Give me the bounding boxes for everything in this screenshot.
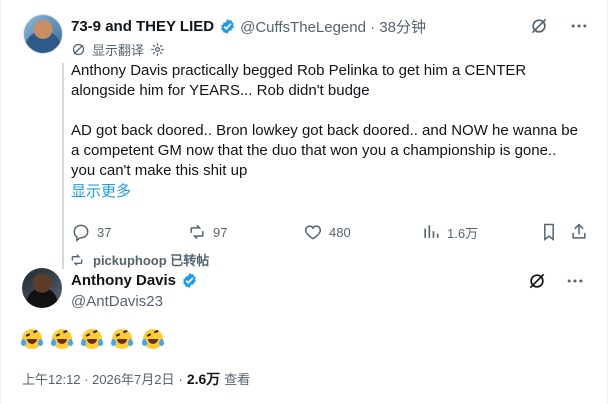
repost-banner: pickuphoop 已转帖 (69, 250, 209, 269)
share-icon[interactable] (569, 222, 589, 242)
repost-banner-text[interactable]: pickuphoop 已转帖 (93, 250, 209, 269)
show-more-link[interactable]: 显示更多 (71, 180, 131, 201)
view-count: 1.6万 (447, 225, 479, 241)
like-action[interactable]: 480 (303, 222, 351, 242)
main-author-name[interactable]: Anthony Davis (71, 272, 176, 289)
grok-icon[interactable] (527, 271, 547, 291)
repost-icon (71, 253, 83, 266)
like-count: 480 (329, 224, 351, 240)
post-header: 73-9 and THEY LIED @CuffsTheLegend · 38分… (71, 16, 426, 37)
main-author-handle[interactable]: @AntDavis23 (71, 293, 163, 310)
bookmark-icon[interactable] (539, 222, 559, 242)
more-icon[interactable] (565, 271, 585, 291)
laughing-crying-emoji-icon (51, 329, 74, 349)
laughing-crying-emoji-icon (111, 329, 134, 349)
main-author-avatar[interactable] (22, 268, 62, 308)
timeline-post-area: 73-9 and THEY LIED @CuffsTheLegend · 38分… (0, 0, 608, 404)
translate-text[interactable]: 显示翻译 (92, 40, 144, 59)
more-icon[interactable] (569, 16, 589, 36)
reply-icon (73, 224, 89, 242)
settings-icon[interactable] (150, 42, 165, 57)
like-icon (304, 225, 322, 240)
translate-row[interactable]: 显示翻译 (71, 40, 165, 59)
post-body: Anthony Davis practically begged Rob Pel… (71, 62, 578, 179)
author-name[interactable]: 73-9 and THEY LIED (71, 18, 214, 35)
repost-count: 97 (213, 224, 228, 240)
laughing-crying-emoji-icon (81, 329, 104, 349)
repost-action[interactable]: 97 (187, 222, 227, 242)
metadata-separator: · (178, 372, 183, 387)
verified-badge-icon (183, 273, 196, 288)
laughing-crying-emoji-icon (21, 329, 43, 349)
post-metadata: 上午12:12 · 2026年7月2日 · 2.6万 查看 (22, 369, 250, 389)
laughing-crying-emoji-icon (141, 329, 164, 349)
translate-icon (72, 43, 85, 56)
post-top-actions (529, 16, 589, 36)
analytics-icon (424, 225, 439, 238)
repost-icon (190, 224, 204, 240)
reply-count: 37 (97, 224, 112, 240)
thread-connector-line (62, 63, 64, 269)
main-author-header: Anthony Davis (71, 272, 202, 289)
reply-action[interactable]: 37 (71, 222, 111, 242)
main-post-top-actions (527, 271, 585, 291)
verified-badge-icon (221, 19, 234, 34)
views-value: 2.6万 (186, 371, 221, 387)
views-action[interactable]: 1.6万 (421, 222, 478, 242)
author-avatar[interactable] (23, 14, 63, 54)
timestamp[interactable]: 上午12:12 · 2026年7月2日 (22, 369, 174, 388)
emoji-post-body (21, 329, 167, 355)
engagement-actions: 37 97 480 1.6万 (71, 222, 591, 244)
handle-and-time[interactable]: @CuffsTheLegend · 38分钟 (240, 16, 426, 37)
grok-icon[interactable] (529, 16, 549, 36)
views-label: 查看 (224, 372, 251, 387)
